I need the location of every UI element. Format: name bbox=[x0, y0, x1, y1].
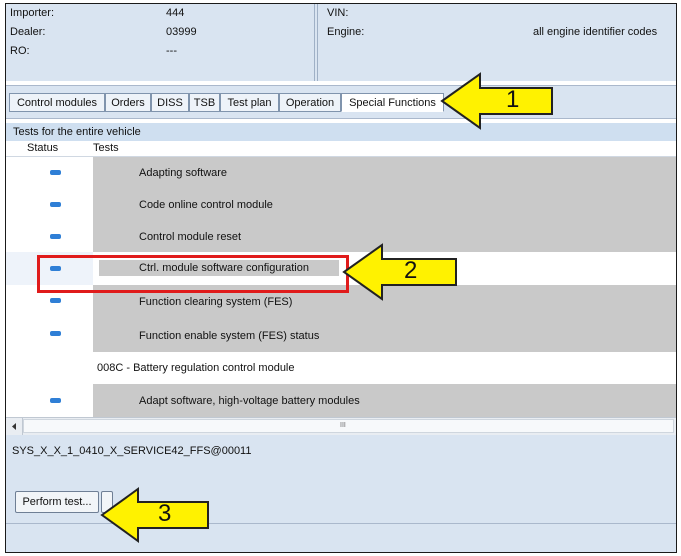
tab-bar: Control modules Orders DISS TSB Test pla… bbox=[6, 85, 676, 119]
tab-test-plan[interactable]: Test plan bbox=[220, 93, 279, 112]
tests-panel-title: Tests for the entire vehicle bbox=[6, 123, 676, 141]
status-column-header[interactable]: Status bbox=[27, 142, 58, 154]
status-indicator-icon bbox=[50, 398, 61, 403]
group-label: 008C - Battery regulation control module bbox=[97, 362, 295, 374]
test-row-adapt-software-hv-battery[interactable]: Adapt software, high-voltage battery mod… bbox=[6, 384, 676, 417]
callout-arrow-3: 3 bbox=[100, 487, 210, 543]
scroll-left-button[interactable] bbox=[6, 418, 23, 435]
callout-number: 3 bbox=[158, 500, 172, 527]
callout-arrow-2: 2 bbox=[342, 243, 458, 301]
test-row-code-online-control-module[interactable]: Code online control module bbox=[6, 189, 676, 221]
dealer-label: Dealer: bbox=[10, 26, 46, 38]
dealer-info: Importer: 444 Dealer: 03999 RO: --- bbox=[6, 4, 315, 81]
tab-special-functions[interactable]: Special Functions bbox=[341, 93, 444, 112]
perform-test-button[interactable]: Perform test... bbox=[15, 491, 99, 513]
group-row-battery-regulation: 008C - Battery regulation control module bbox=[6, 352, 676, 384]
tab-operation[interactable]: Operation bbox=[279, 93, 341, 112]
importer-label: Importer: bbox=[10, 7, 55, 19]
test-row-control-module-reset[interactable]: Control module reset bbox=[6, 221, 676, 252]
tab-control-modules[interactable]: Control modules bbox=[9, 93, 105, 112]
callout-arrow-1: 1 bbox=[440, 72, 554, 130]
tests-column-header-label[interactable]: Tests bbox=[93, 142, 119, 154]
ro-value: --- bbox=[166, 45, 177, 57]
status-text: SYS_X_X_1_0410_X_SERVICE42_FFS@00011 bbox=[12, 445, 252, 457]
engine-label: Engine: bbox=[327, 26, 365, 38]
test-label: Control module reset bbox=[139, 231, 242, 243]
test-label: Code online control module bbox=[139, 199, 273, 211]
scrollbar-thumb[interactable]: III bbox=[23, 419, 674, 433]
vin-label: VIN: bbox=[327, 7, 349, 19]
left-arrow-icon bbox=[342, 243, 457, 301]
chevron-left-icon bbox=[12, 423, 16, 430]
tests-column-header: Status Tests bbox=[6, 141, 676, 157]
test-row-adapting-software[interactable]: Adapting software bbox=[6, 157, 676, 189]
status-indicator-icon bbox=[50, 331, 61, 336]
left-arrow-icon bbox=[100, 487, 209, 543]
test-row-function-enable-system-status[interactable]: Function enable system (FES) status bbox=[6, 318, 676, 352]
status-indicator-icon bbox=[50, 170, 61, 175]
test-label: Function enable system (FES) status bbox=[139, 330, 320, 342]
scrollbar-grip: III bbox=[340, 422, 346, 429]
test-label: Adapting software bbox=[139, 167, 228, 179]
status-indicator-icon bbox=[50, 234, 61, 239]
vehicle-info: VIN: Engine: all engine identifier codes bbox=[317, 4, 676, 81]
service-window: Importer: 444 Dealer: 03999 RO: --- VIN:… bbox=[5, 3, 677, 553]
callout-number: 2 bbox=[404, 257, 418, 284]
status-indicator-icon bbox=[50, 202, 61, 207]
status-indicator-icon bbox=[50, 298, 61, 303]
dealer-value: 03999 bbox=[166, 26, 197, 38]
engine-value: all engine identifier codes bbox=[533, 26, 658, 38]
horizontal-scrollbar[interactable]: III bbox=[6, 417, 676, 436]
vehicle-info-panel: Importer: 444 Dealer: 03999 RO: --- VIN:… bbox=[6, 4, 676, 81]
tab-orders[interactable]: Orders bbox=[105, 93, 151, 112]
highlight-box bbox=[37, 255, 349, 293]
test-label: Adapt software, high-voltage battery mod… bbox=[139, 395, 360, 407]
tab-tsb[interactable]: TSB bbox=[189, 93, 220, 112]
importer-value: 444 bbox=[166, 7, 185, 19]
left-arrow-icon bbox=[440, 72, 553, 130]
callout-number: 1 bbox=[506, 86, 520, 113]
test-label: Function clearing system (FES) bbox=[139, 296, 293, 308]
tab-diss[interactable]: DISS bbox=[151, 93, 189, 112]
ro-label: RO: bbox=[10, 45, 30, 57]
